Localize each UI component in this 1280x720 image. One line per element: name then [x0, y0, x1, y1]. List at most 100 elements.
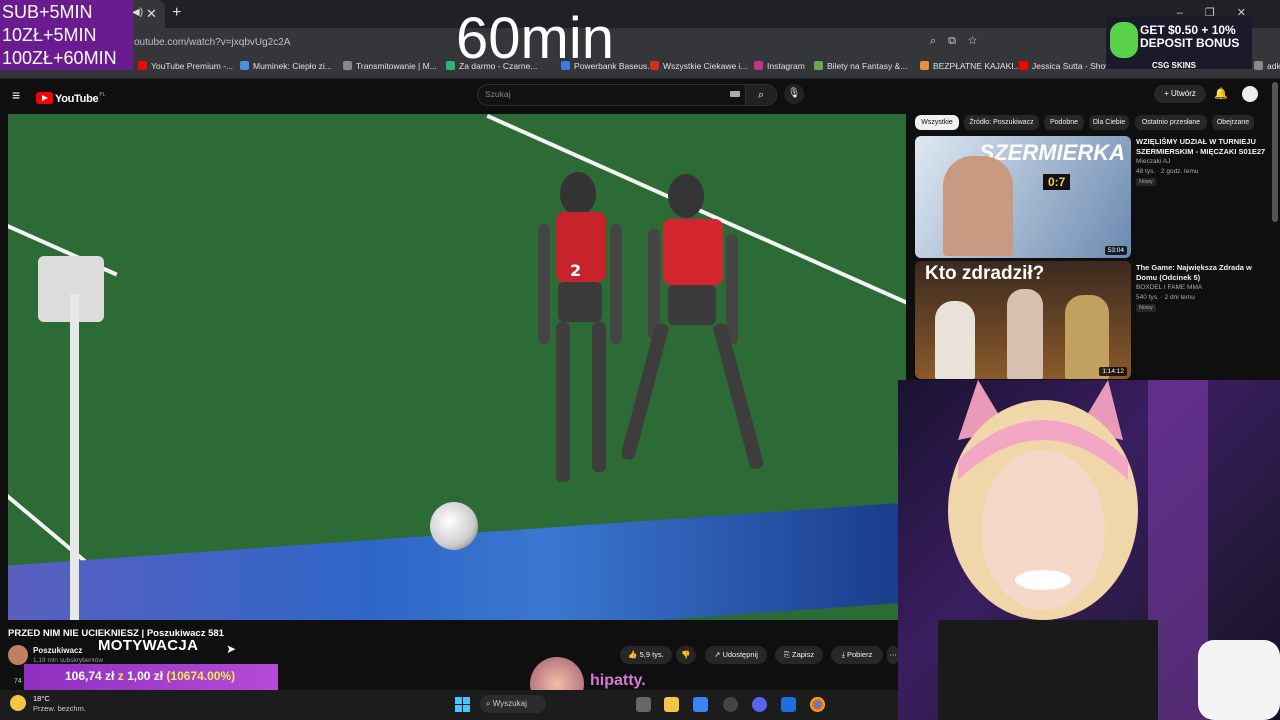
bookmark-item[interactable]: YouTube Premium -... — [138, 61, 233, 71]
bookmark-item[interactable]: Instagram — [754, 61, 805, 71]
notifications-bell-icon[interactable]: 🔔 — [1214, 87, 1228, 100]
bookmark-favicon-icon — [138, 61, 147, 70]
new-badge: Nowy — [1136, 178, 1156, 186]
store-icon[interactable] — [693, 697, 708, 712]
windows-start-icon[interactable] — [455, 697, 470, 712]
donation-amount: 106,74 zł — [65, 669, 115, 683]
youtube-play-icon — [36, 92, 53, 104]
download-button[interactable]: ⤓ Pobierz — [831, 646, 883, 664]
filter-chip[interactable]: Podobne — [1044, 115, 1084, 130]
bookmark-label: YouTube Premium -... — [151, 61, 234, 71]
bookmark-favicon-icon — [1254, 61, 1263, 70]
bookmark-label: Bilety na Fantasy &... — [827, 61, 908, 71]
donation-separator: z — [117, 669, 124, 683]
new-badge: Nowy — [1136, 304, 1156, 312]
ad-text: GET $0.50 + 10% DEPOSIT BONUS — [1140, 24, 1239, 50]
channel-avatar[interactable] — [8, 645, 28, 665]
bookmark-label: Muminek: Ciepło zi... — [253, 61, 332, 71]
address-bar-actions[interactable]: ⌕⧉☆ — [930, 35, 989, 48]
share-button[interactable]: ↗ Udostępnij — [705, 646, 767, 664]
bookmark-favicon-icon — [240, 61, 249, 70]
tab-audio-icon[interactable]: ◀) — [132, 7, 143, 18]
dislike-button[interactable]: 👎 — [676, 646, 696, 664]
file-explorer-icon[interactable] — [664, 697, 679, 712]
recommendation-title[interactable]: WZIĘLIŚMY UDZIAŁ W TURNIEJU SZERMIERSKIM… — [1136, 137, 1268, 156]
bookmark-item[interactable]: Jessica Sutta - Show — [1019, 61, 1111, 71]
channel-subscribers: 1,19 mln subskrybentów — [33, 657, 104, 664]
bookmark-item[interactable]: Muminek: Ciepło zi... — [240, 61, 332, 71]
save-button[interactable]: ⎘ Zapisz — [775, 646, 823, 664]
like-count: 5,9 tys. — [639, 650, 664, 659]
recommendation-thumbnail[interactable]: Kto zdradził? 1:14:12 — [915, 261, 1131, 379]
search-placeholder: Szukaj — [485, 89, 511, 99]
bookmark-favicon-icon — [650, 61, 659, 70]
ad-brand: CSG SKINS — [1152, 61, 1197, 70]
bookmark-label: Transmitowanie | M... — [356, 61, 437, 71]
recommendation-meta: 48 tys. · 2 godz. temu — [1136, 168, 1199, 175]
bookmark-item[interactable]: Wszystkie Ciekawe i... — [650, 61, 748, 71]
download-label: Pobierz — [846, 650, 873, 659]
weather-temperature[interactable]: 18°C — [33, 694, 50, 703]
bookmark-item[interactable]: Transmitowanie | M... — [343, 61, 437, 71]
search-button[interactable]: ⌕ — [745, 84, 777, 106]
taskbar-search[interactable]: ⌕ Wyszukaj — [480, 695, 546, 713]
weather-icon[interactable] — [10, 695, 26, 711]
microphone-button[interactable]: 🎙 — [784, 84, 804, 104]
thumbs-up-icon: 👍 — [628, 650, 640, 659]
discord-icon[interactable] — [752, 697, 767, 712]
soccer-ball — [430, 502, 478, 550]
bookmark-favicon-icon — [1019, 61, 1028, 70]
bookmark-item[interactable]: Bilety na Fantasy &... — [814, 61, 907, 71]
search-input[interactable] — [477, 84, 747, 106]
recommendation-meta: 540 tys. · 2 dni temu — [1136, 294, 1195, 301]
recommendation-title[interactable]: The Game: Największa Zdrada w Domu (Odci… — [1136, 263, 1268, 282]
app-window-icon[interactable] — [781, 697, 796, 712]
filter-chip[interactable]: Wszystkie — [915, 115, 959, 130]
keyboard-icon[interactable] — [730, 91, 740, 97]
chrome-icon[interactable] — [810, 697, 825, 712]
recommendation-channel[interactable]: Mieczaki AJ — [1136, 158, 1170, 165]
robots-image: 2 — [538, 172, 764, 482]
like-button[interactable]: 👍 5,9 tys. — [620, 646, 672, 664]
chat-user-name: hipatty. — [590, 672, 646, 689]
ad-mascot — [1110, 22, 1138, 58]
video-duration: 1:14:12 — [1099, 367, 1127, 376]
thumbs-down-icon: 👎 — [681, 650, 691, 659]
filter-chip[interactable]: Ostatnio przesłane — [1135, 115, 1207, 130]
goal-post — [70, 294, 79, 620]
bookmark-favicon-icon — [754, 61, 763, 70]
view-count-partial: 74 — [14, 678, 22, 685]
mouse-cursor-icon: ➤ — [226, 642, 237, 656]
filter-chip[interactable]: Dla Ciebie — [1089, 115, 1129, 130]
tab-close-icon[interactable]: ✕ — [146, 6, 157, 22]
account-avatar[interactable] — [1242, 86, 1258, 102]
page-scrollbar[interactable] — [1272, 82, 1278, 222]
video-duration: 53:04 — [1104, 246, 1127, 255]
bookmark-item[interactable]: adki — [1254, 61, 1280, 71]
bookmark-label: Jessica Sutta - Show — [1032, 61, 1112, 71]
url-text[interactable]: outube.com/watch?v=jxqbvUg2c2A — [134, 37, 290, 48]
recommendation-channel[interactable]: BOXDEL I FAME MMA — [1136, 284, 1202, 291]
create-button[interactable]: + Utwórz — [1154, 85, 1206, 103]
save-label: Zapisz — [792, 650, 815, 659]
filter-chip[interactable]: Źródło: Poszukiwacz — [964, 115, 1039, 130]
thumbnail-score: 0:7 — [1043, 174, 1071, 190]
new-tab-icon[interactable]: + — [172, 4, 181, 22]
filter-chip[interactable]: Obejrzane — [1212, 115, 1254, 130]
thumbnail-person — [1007, 289, 1043, 379]
svg-text:2: 2 — [570, 261, 581, 280]
weather-description[interactable]: Przew. bezchm. — [33, 704, 86, 713]
motivation-label: MOTYWACJA — [98, 637, 199, 654]
recommendation-thumbnail[interactable]: SZERMIERKA 0:7 53:04 — [915, 136, 1131, 258]
youtube-logo[interactable]: YouTubePL — [36, 89, 105, 107]
bookmark-label: BEZPŁATNE KAJAKI... — [933, 61, 1021, 71]
channel-name[interactable]: Poszukiwacz — [33, 646, 82, 655]
donation-percent: (10674.00%) — [166, 669, 236, 683]
menu-icon[interactable]: ≡ — [12, 87, 20, 103]
sub-rule: SUB+5MIN — [2, 2, 93, 22]
video-player[interactable]: 2 — [8, 114, 906, 620]
bookmark-item[interactable]: BEZPŁATNE KAJAKI... — [920, 61, 1021, 71]
task-view-icon[interactable] — [636, 697, 651, 712]
bookmark-label: adki — [1267, 61, 1280, 71]
settings-gear-icon[interactable] — [723, 697, 738, 712]
